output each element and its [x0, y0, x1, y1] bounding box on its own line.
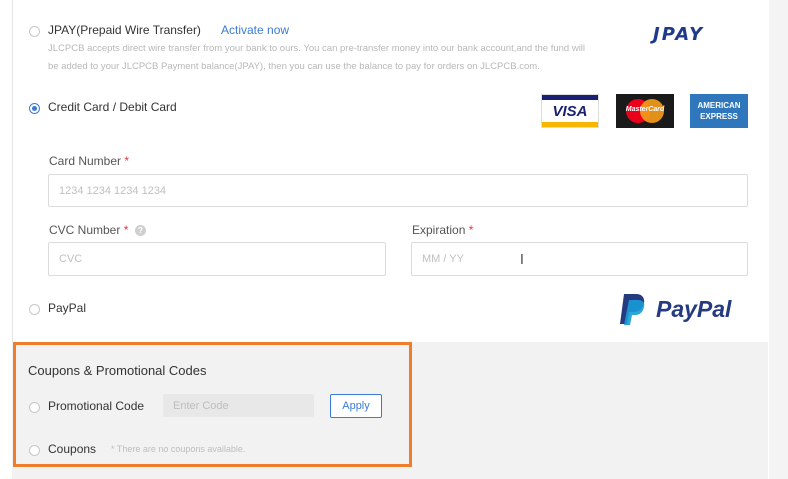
cvc-label-text: CVC Number: [49, 223, 121, 237]
card-number-label: Card Number *: [49, 154, 129, 168]
required-mark: *: [123, 223, 129, 237]
mastercard-logo-text: MasterCard: [625, 106, 665, 113]
required-mark: *: [124, 154, 130, 168]
text-cursor-icon: I: [520, 253, 524, 268]
paypal-radio[interactable]: [29, 304, 40, 315]
credit-card-label[interactable]: Credit Card / Debit Card: [48, 100, 177, 114]
jpay-description-line: JLCPCB accepts direct wire transfer from…: [48, 43, 586, 54]
jpay-description-line: be added to your JLCPCB Payment balance(…: [48, 61, 540, 72]
visa-logo: VISA: [541, 94, 599, 128]
expiration-label: Expiration *: [412, 223, 473, 237]
credit-card-radio[interactable]: [29, 103, 40, 114]
paypal-logo-text: PayPal: [656, 296, 732, 322]
jpay-description: JLCPCB accepts direct wire transfer from…: [48, 40, 648, 76]
paypal-label[interactable]: PayPal: [48, 301, 86, 315]
cvc-label: CVC Number *: [49, 223, 128, 237]
amex-logo: AMERICAN EXPRESS: [690, 94, 748, 128]
jpay-logo-text: JPAY: [653, 24, 705, 45]
expiration-input[interactable]: [411, 242, 748, 276]
visa-logo-text: VISA: [552, 103, 588, 120]
paypal-p-icon: [620, 294, 645, 325]
expiration-label-text: Expiration: [412, 223, 466, 237]
card-number-label-text: Card Number: [49, 154, 122, 168]
amex-logo-text: AMERICAN: [697, 101, 741, 110]
paypal-logo: PayPal: [618, 292, 750, 326]
required-mark: *: [468, 223, 474, 237]
highlight-box: [13, 342, 412, 467]
activate-now-link[interactable]: Activate now: [221, 23, 289, 37]
jpay-label[interactable]: JPAY(Prepaid Wire Transfer): [48, 23, 201, 37]
help-icon[interactable]: ?: [135, 225, 146, 236]
cvc-input[interactable]: [48, 242, 386, 276]
amex-logo-text: EXPRESS: [700, 112, 738, 121]
card-number-input[interactable]: [48, 174, 748, 207]
jpay-radio[interactable]: [29, 26, 40, 37]
jpay-logo: JPAY: [653, 24, 733, 46]
mastercard-logo: MasterCard: [616, 94, 674, 128]
page-gutter: [769, 0, 788, 479]
